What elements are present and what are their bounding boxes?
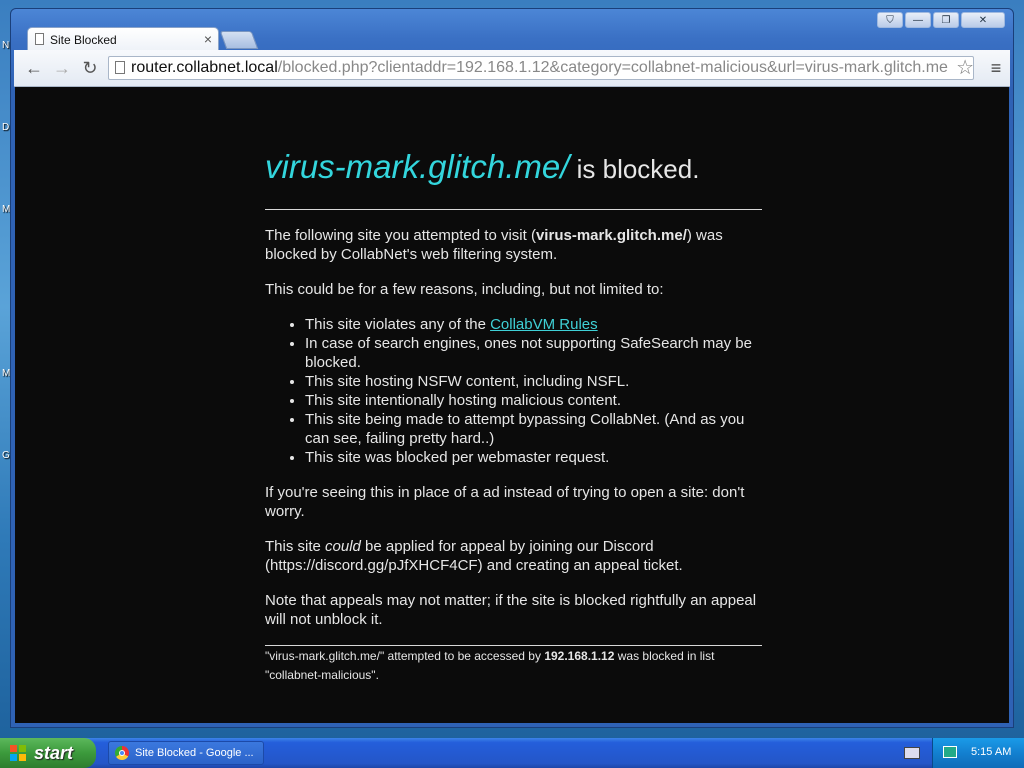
ad-note: If you're seeing this in place of a ad i…	[265, 484, 745, 520]
window-controls: ⛉ — ❐ ✕	[877, 12, 1005, 28]
divider	[265, 209, 762, 210]
reload-icon[interactable]: ↻	[80, 58, 100, 78]
list-item: This site was blocked per webmaster requ…	[305, 448, 762, 467]
title-suffix: is blocked.	[569, 154, 700, 184]
reasons-list: This site violates any of the CollabVM R…	[265, 315, 762, 467]
appeal-text: This site	[265, 538, 326, 555]
reasons-intro: This could be for a few reasons, includi…	[265, 281, 664, 298]
url-host: router.collabnet.local	[131, 59, 278, 76]
user-profile-button[interactable]: ⛉	[877, 12, 903, 28]
clock[interactable]: 5:15 AM	[971, 746, 1011, 758]
desktop-icon-label: N	[2, 40, 10, 51]
bookmark-star-icon[interactable]: ☆	[956, 58, 974, 78]
start-label: start	[34, 742, 74, 763]
list-item: In case of search engines, ones not supp…	[305, 334, 762, 372]
tab-site-blocked[interactable]: Site Blocked ×	[27, 27, 219, 51]
browser-window: ⛉ — ❐ ✕ Site Blocked × ← → ↻ router.coll…	[10, 8, 1014, 728]
collabvm-rules-link[interactable]: CollabVM Rules	[490, 316, 598, 333]
tab-close-icon[interactable]: ×	[204, 31, 212, 47]
desktop-icon-label: D	[2, 122, 10, 133]
close-window-button[interactable]: ✕	[961, 12, 1005, 28]
list-item: This site violates any of the CollabVM R…	[305, 315, 762, 334]
reason-text: This site violates any of the	[305, 316, 491, 333]
url-path: /blocked.php?clientaddr=192.168.1.12&cat…	[277, 59, 948, 76]
list-item: This site hosting NSFW content, includin…	[305, 372, 762, 391]
chrome-icon	[115, 746, 129, 760]
browser-toolbar: ← → ↻ router.collabnet.local/blocked.php…	[14, 50, 1010, 87]
list-item: This site intentionally hosting maliciou…	[305, 391, 762, 410]
intro-site: virus-mark.glitch.me/	[535, 227, 687, 244]
page-icon	[115, 61, 125, 74]
desktop-icon-label: G	[2, 450, 10, 461]
blocked-page-content: virus-mark.glitch.me/ is blocked. The fo…	[265, 147, 762, 685]
forward-arrow-icon[interactable]: →	[52, 58, 72, 78]
footer-text: "virus-mark.glitch.me/" attempted to be …	[265, 649, 545, 663]
blocked-footer: "virus-mark.glitch.me/" attempted to be …	[265, 645, 762, 685]
taskbar-item-chrome[interactable]: Site Blocked - Google ...	[108, 741, 264, 765]
address-bar[interactable]: router.collabnet.local/blocked.php?clien…	[108, 56, 974, 80]
page-viewport: virus-mark.glitch.me/ is blocked. The fo…	[15, 87, 1009, 723]
menu-icon[interactable]: ≡	[988, 58, 1004, 78]
network-icon[interactable]	[943, 746, 957, 758]
page-icon	[35, 33, 44, 45]
blocked-site-name: virus-mark.glitch.me/	[265, 148, 570, 185]
appeal-paragraph: This site could be applied for appeal by…	[265, 537, 762, 575]
tab-title: Site Blocked	[50, 32, 117, 47]
taskbar: start Site Blocked - Google ... 5:15 AM	[0, 738, 1024, 768]
appeal-note: Note that appeals may not matter; if the…	[265, 592, 757, 628]
intro-text: The following site you attempted to visi…	[265, 227, 536, 244]
client-ip: 192.168.1.12	[544, 649, 615, 663]
list-item: This site being made to attempt bypassin…	[305, 410, 762, 448]
maximize-button[interactable]: ❐	[933, 12, 959, 28]
new-tab-button[interactable]	[219, 31, 259, 49]
page-title: virus-mark.glitch.me/ is blocked.	[265, 147, 762, 189]
keyboard-icon[interactable]	[904, 747, 920, 759]
appeal-emphasis: could	[325, 538, 361, 555]
system-tray: 5:15 AM	[932, 738, 1024, 768]
intro-paragraph: The following site you attempted to visi…	[265, 226, 762, 264]
minimize-button[interactable]: —	[905, 12, 931, 28]
taskbar-item-label: Site Blocked - Google ...	[135, 747, 254, 759]
windows-logo-icon	[10, 745, 26, 761]
back-arrow-icon[interactable]: ←	[24, 58, 44, 78]
start-button[interactable]: start	[0, 738, 96, 768]
